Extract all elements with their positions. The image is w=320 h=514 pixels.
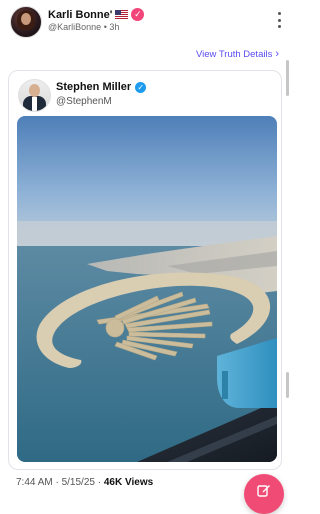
quoted-author-name-line[interactable]: Stephen Miller ✓ <box>56 81 147 93</box>
post-time: 3h <box>109 22 120 32</box>
more-vertical-icon[interactable] <box>275 12 283 28</box>
quoted-post-card[interactable]: Stephen Miller ✓ @StephenM <box>8 70 282 470</box>
compose-icon <box>257 485 270 497</box>
author-handle[interactable]: @KarliBonne <box>48 22 101 32</box>
verified-badge-icon: ✓ <box>131 8 145 21</box>
quoted-author-name[interactable]: Stephen Miller <box>56 81 131 93</box>
verified-badge-icon: ✓ <box>135 81 147 93</box>
separator-dot: • <box>103 22 107 32</box>
view-truth-details-label: View Truth Details <box>195 48 273 60</box>
views-count: 46K <box>103 477 123 488</box>
chevron-right-icon: › <box>275 48 279 60</box>
quoted-post-image[interactable] <box>17 116 277 462</box>
author-handle-line: @KarliBonne • 3h <box>48 22 119 32</box>
aerial-palm-island-photo <box>17 116 277 462</box>
scrollbar-thumb[interactable] <box>286 60 289 96</box>
author-name[interactable]: Karli Bonne' <box>48 9 112 21</box>
author-name-line[interactable]: Karli Bonne' ✓ <box>48 8 145 21</box>
view-truth-details-link[interactable]: View Truth Details › <box>196 48 279 60</box>
scrollbar-thumb-secondary[interactable] <box>286 372 289 398</box>
post-timestamp-date: 5/15/25 <box>61 477 95 488</box>
post-header: Karli Bonne' ✓ @KarliBonne • 3h <box>10 6 283 38</box>
post-timestamp-time: 7:44 AM <box>16 477 53 488</box>
post-footer-meta: 7:44 AM · 5/15/25 · 46K Views <box>16 477 154 488</box>
us-flag-icon <box>115 10 129 19</box>
compose-button[interactable] <box>244 474 284 514</box>
avatar-face <box>21 13 31 25</box>
views-label: Views <box>122 477 154 488</box>
quoted-author-avatar[interactable] <box>18 79 51 112</box>
author-avatar[interactable] <box>10 6 42 38</box>
quoted-author-handle[interactable]: @StephenM <box>56 96 112 107</box>
